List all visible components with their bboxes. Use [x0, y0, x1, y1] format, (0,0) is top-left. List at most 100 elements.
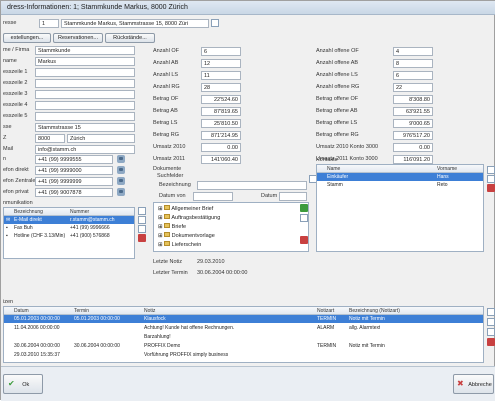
- window-title: dress-Informationen: 1; Stammkunde Marku…: [7, 4, 188, 11]
- table-row[interactable]: ▪ Hotline (CHF 3.13/Min) +41 (900) 57686…: [4, 232, 134, 240]
- phone-private-field[interactable]: +41 (99) 9007878: [35, 188, 113, 197]
- delete-entry-icon[interactable]: [138, 234, 146, 242]
- edit-contact-icon[interactable]: [487, 175, 495, 183]
- expand-icon[interactable]: ⊞: [158, 233, 163, 239]
- kontakte-title: Kontakte: [316, 157, 338, 163]
- phone-label: efon privat: [3, 189, 29, 195]
- phone-label: n: [3, 156, 7, 162]
- ok-button[interactable]: ✔ Ok: [3, 374, 43, 394]
- copy-note-icon[interactable]: [487, 328, 495, 336]
- column-header[interactable]: Notizart: [317, 308, 334, 314]
- new-note-icon[interactable]: [487, 308, 495, 316]
- checkmark-icon: ✔: [8, 379, 15, 388]
- edit-note-icon[interactable]: [487, 318, 495, 326]
- table-row[interactable]: 11.04.2006 00:00:00 Achtung! Kunde hat o…: [4, 324, 483, 332]
- address-line-1[interactable]: [35, 68, 135, 77]
- address-line-2[interactable]: [35, 79, 135, 88]
- table-row[interactable]: ▪ Fax Buh +41 (99) 9996666: [4, 224, 134, 232]
- cell-name: Hotline (CHF 3.13/Min): [14, 233, 66, 239]
- phone-direct-field[interactable]: +41 (99) 9999000: [35, 166, 113, 175]
- city-field[interactable]: Zürich: [67, 134, 135, 143]
- tree-item[interactable]: ⊞ Auftragsbestätigung: [158, 214, 220, 221]
- column-header[interactable]: Nummer: [70, 209, 89, 215]
- expand-icon[interactable]: ⊞: [158, 206, 163, 212]
- column-header[interactable]: Notiz: [144, 308, 155, 314]
- stat-value: 9'000.65: [393, 119, 433, 128]
- stat-value: 25'810.50: [201, 119, 241, 128]
- address-field-vorname[interactable]: Markus: [35, 57, 135, 66]
- add-document-icon[interactable]: [300, 204, 308, 212]
- open-address-icon[interactable]: [211, 19, 219, 27]
- table-row[interactable]: Barzahlung!: [4, 333, 483, 341]
- tree-item-label: Briefe: [171, 224, 187, 230]
- mail-field[interactable]: info@stamm.ch: [35, 145, 135, 154]
- address-line-3[interactable]: [35, 90, 135, 99]
- table-row[interactable]: 05.01.2003 00:00:00 05.01.2003 00:00:00 …: [4, 315, 483, 323]
- address-field-name[interactable]: Stammkunde: [35, 46, 135, 55]
- phone-field[interactable]: +41 (99) 9999555: [35, 155, 113, 164]
- stat-label: Betrag OF: [153, 96, 179, 102]
- stat-value: 0.00: [393, 143, 433, 152]
- table-row[interactable]: Einkäufer Hans: [317, 173, 483, 181]
- delete-document-icon[interactable]: [300, 236, 308, 244]
- tree-item[interactable]: ⊞ Allgemeiner Brief: [158, 205, 213, 212]
- stat-label: Betrag offene RG: [316, 132, 359, 138]
- rueckstaende-button[interactable]: Rückstände...: [105, 33, 155, 43]
- address-line-5[interactable]: [35, 112, 135, 121]
- grid-header: Datum Termin Notiz Notizart Bezeichnung …: [4, 307, 483, 315]
- expand-icon[interactable]: ⊞: [158, 224, 163, 230]
- edit-entry-icon[interactable]: [138, 216, 146, 224]
- bezeichnung-label: Bezeichnung: [159, 182, 191, 188]
- phone-central-field[interactable]: +41 (99) 9999999: [35, 177, 113, 186]
- table-row[interactable]: ✉ E-Mail direkt r.stamm@stamm.ch: [4, 216, 134, 224]
- letzter-termin-value: 30.06.2004 00:00:00: [197, 270, 248, 276]
- column-header[interactable]: Termin: [74, 308, 89, 314]
- cell-datum: 11.04.2006 00:00:00: [14, 325, 60, 331]
- stat-label: Betrag RG: [153, 132, 179, 138]
- reservationen-button[interactable]: Reservationen...: [53, 33, 103, 43]
- tree-item[interactable]: ⊞ Lieferschein: [158, 241, 201, 248]
- datum-bis-input[interactable]: [279, 192, 307, 201]
- column-header[interactable]: Datum: [14, 308, 29, 314]
- column-header[interactable]: Vorname: [437, 166, 457, 172]
- tree-item[interactable]: ⊞ Briefe: [158, 223, 186, 230]
- cancel-button[interactable]: ✖ Abbreche: [453, 374, 494, 394]
- call-phone-icon[interactable]: [117, 188, 125, 196]
- address-summary-field[interactable]: Stammkunde Markus, Stammstrasse 15, 8000…: [61, 19, 209, 28]
- street-field[interactable]: Stammstrasse 15: [35, 123, 135, 132]
- table-row[interactable]: Stamm Reto: [317, 181, 483, 189]
- dokumente-title: Dokumente: [153, 166, 182, 172]
- datum-von-input[interactable]: [193, 192, 233, 201]
- bezeichnung-search-input[interactable]: [197, 181, 307, 190]
- expand-icon[interactable]: ⊞: [158, 215, 163, 221]
- folder-icon: [164, 214, 171, 219]
- cell-notizart: TERMIN: [317, 343, 337, 349]
- address-field-label: sse: [3, 124, 12, 130]
- copy-entry-icon[interactable]: [138, 225, 146, 233]
- delete-contact-icon[interactable]: [487, 184, 495, 192]
- zip-field[interactable]: 8000: [35, 134, 65, 143]
- new-entry-icon[interactable]: [138, 207, 146, 215]
- bestellungen-button[interactable]: estellungen...: [3, 33, 51, 43]
- address-field-label: name: [3, 58, 17, 64]
- table-row[interactable]: 30.06.2004 00:00:00 30.06.2004 00:00:00 …: [4, 342, 483, 350]
- new-contact-icon[interactable]: [487, 166, 495, 174]
- address-line-4[interactable]: [35, 101, 135, 110]
- column-header[interactable]: Bezeichnung: [14, 209, 43, 215]
- call-phone-icon[interactable]: [117, 155, 125, 163]
- ok-button-label: Ok: [22, 382, 30, 388]
- tree-item[interactable]: ⊞ Dokumentvorlage: [158, 232, 215, 239]
- cell-bezeichnung: Notiz mit Termin: [349, 343, 385, 349]
- folder-icon: [164, 205, 171, 210]
- column-header[interactable]: Bezeichnung (Notizart): [349, 308, 400, 314]
- table-row[interactable]: 29.03.2010 15:35:37 Vorführung PROFFIX s…: [4, 351, 483, 359]
- call-phone-icon[interactable]: [117, 166, 125, 174]
- expand-icon[interactable]: ⊞: [158, 242, 163, 248]
- stat-label: Betrag AB: [153, 108, 178, 114]
- column-header[interactable]: Name: [327, 166, 340, 172]
- address-id-field[interactable]: 1: [39, 19, 59, 28]
- call-phone-icon[interactable]: [117, 177, 125, 185]
- open-document-icon[interactable]: [300, 214, 308, 222]
- notizen-title: izen: [3, 299, 14, 305]
- delete-note-icon[interactable]: [487, 338, 495, 346]
